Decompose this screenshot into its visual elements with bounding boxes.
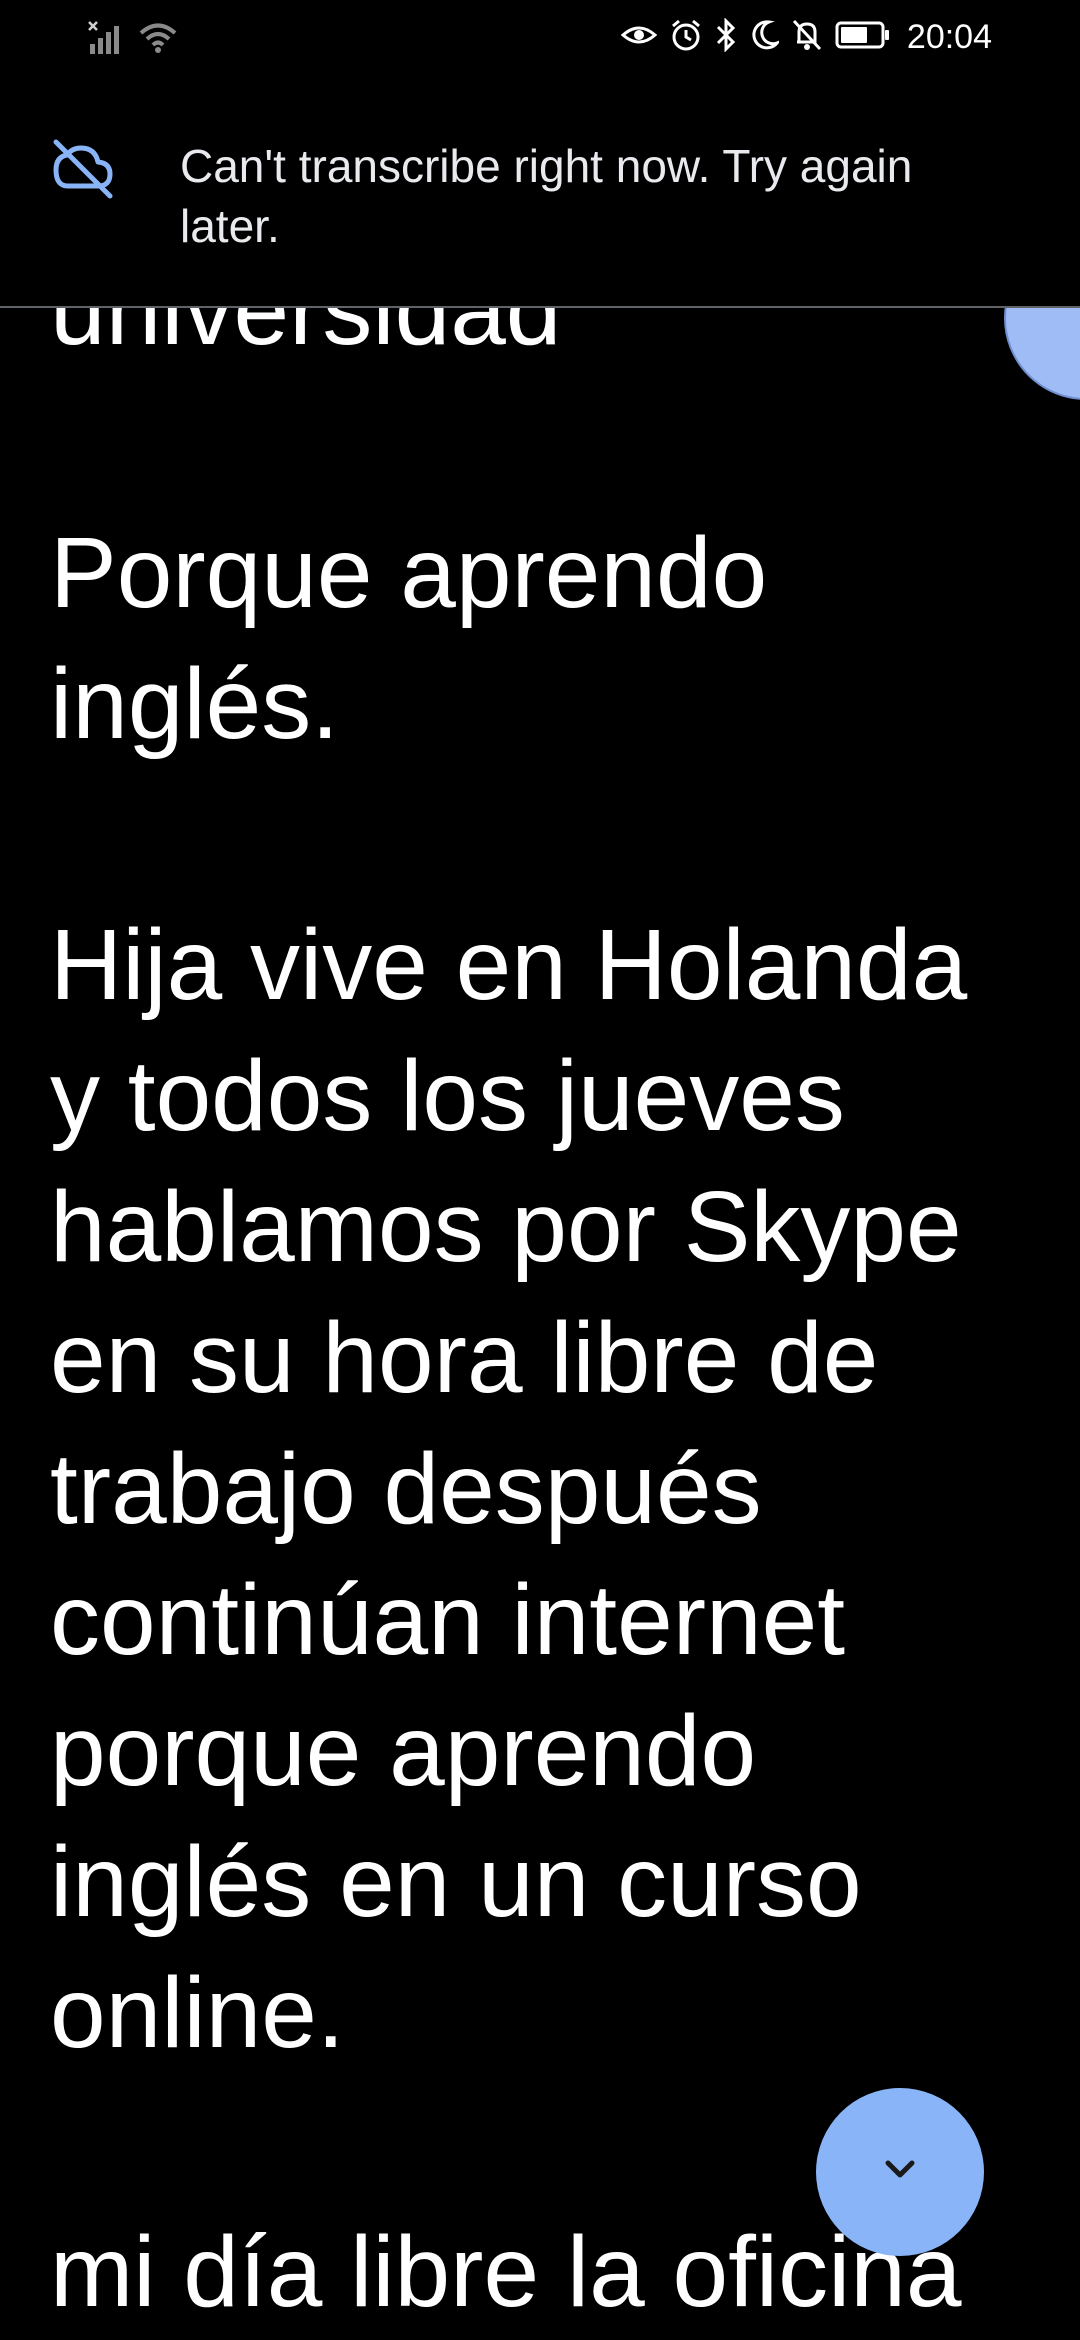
battery-icon (835, 20, 891, 55)
cloud-off-icon (50, 136, 116, 202)
moon-icon (749, 19, 782, 56)
banner-message: Can't transcribe right now. Try again la… (180, 140, 913, 252)
alarm-icon (669, 18, 703, 57)
bluetooth-icon (715, 17, 737, 57)
transcript-paragraph: Porque aprendo inglés. (50, 517, 768, 760)
live-transcribe-screen: universidad Porque aprendo inglés. Hija … (0, 0, 1080, 2340)
scroll-to-bottom-button[interactable] (816, 2088, 984, 2256)
status-bar: 20:04 (0, 0, 1080, 80)
transcript-area[interactable]: universidad Porque aprendo inglés. Hija … (50, 0, 1030, 2340)
wifi-icon (138, 20, 178, 61)
eye-comfort-icon (620, 19, 658, 56)
transcription-error-banner: Can't transcribe right now. Try again la… (0, 80, 1080, 308)
chevron-down-icon (878, 2155, 922, 2190)
status-time: 20:04 (906, 18, 992, 56)
transcript-paragraph: Hija vive en Holanda y todos los jueves … (50, 909, 968, 2069)
signal-icon (88, 20, 124, 61)
notifications-off-icon (791, 18, 823, 57)
